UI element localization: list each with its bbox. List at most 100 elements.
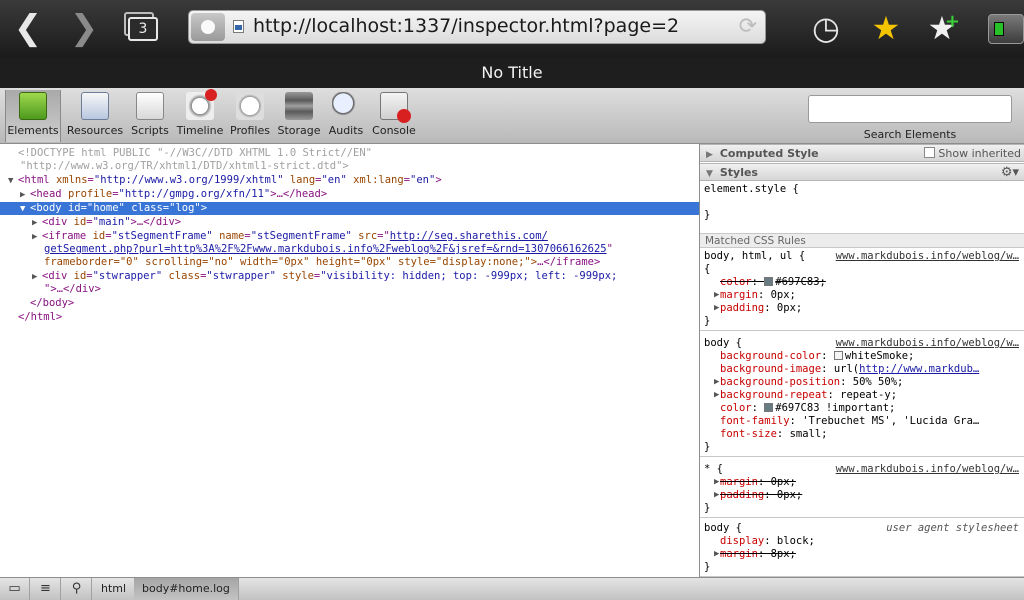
computed-style-header[interactable]: ▶ Computed Style Show inherited: [700, 144, 1024, 162]
css-property-value: 'Trebuchet MS', 'Lucida Gra…: [802, 415, 980, 427]
doctype-line[interactable]: <!DOCTYPE html PUBLIC "-//W3C//DTD XHTML…: [0, 147, 699, 160]
site-info-icon[interactable]: [191, 13, 225, 41]
iframe-src-link[interactable]: http://seg.sharethis.com/: [390, 230, 548, 242]
page-icon: [233, 20, 244, 33]
iframe-src-link-2[interactable]: getSegment.php?purl=http%3A%2F%2Fwww.mar…: [44, 243, 607, 255]
css-property[interactable]: color: #697C83;: [700, 276, 1024, 289]
css-property-name: padding: [720, 302, 765, 314]
dock-icon[interactable]: ▭: [0, 578, 30, 600]
css-property[interactable]: ▶ margin: 8px;: [700, 548, 1024, 561]
css-property-value: url(: [833, 363, 860, 375]
color-swatch[interactable]: [833, 351, 843, 360]
css-rule-source[interactable]: www.markdubois.info/weblog/w…: [836, 250, 1019, 263]
css-rule-selector: body, html, ul {www.markdubois.info/webl…: [704, 250, 1019, 263]
expand-triangle-icon[interactable]: ▶: [714, 389, 724, 402]
console-toggle-icon[interactable]: ≡: [31, 578, 61, 600]
css-property[interactable]: ▶ margin: 0px;: [700, 476, 1024, 489]
back-button[interactable]: ❮: [8, 10, 48, 48]
css-property[interactable]: ▶ padding: 0px;: [700, 302, 1024, 315]
checkbox-icon: [924, 147, 936, 158]
css-url-link[interactable]: http://www.markdub…: [859, 363, 979, 375]
css-property-value: 0px;: [776, 489, 803, 501]
css-property[interactable]: ▶ margin: 0px;: [700, 289, 1024, 302]
tab-profiles[interactable]: Profiles: [227, 90, 273, 142]
expand-triangle-icon[interactable]: ▶: [714, 289, 724, 302]
css-rule-source[interactable]: www.markdubois.info/weblog/w…: [836, 337, 1019, 350]
expand-triangle-icon[interactable]: ▶: [714, 476, 724, 489]
iframe-node[interactable]: ▶ <iframe id="stSegmentFrame" name="stSeg…: [0, 230, 699, 243]
dom-tree[interactable]: <!DOCTYPE html PUBLIC "-//W3C//DTD XHTML…: [0, 144, 699, 577]
expand-triangle-icon[interactable]: ▶: [714, 489, 724, 502]
css-property-name: display: [720, 535, 765, 547]
css-property[interactable]: ▶ background-repeat: repeat-y;: [700, 389, 1024, 402]
history-icon[interactable]: ◷: [806, 8, 846, 48]
css-property-name: font-size: [720, 428, 777, 440]
color-swatch[interactable]: [764, 403, 774, 412]
inspect-search-icon[interactable]: ⚲: [62, 578, 92, 600]
add-bookmark-icon[interactable]: ★ +: [922, 8, 962, 48]
css-property[interactable]: ▶ padding: 0px;: [700, 489, 1024, 502]
search-elements-label: Search Elements: [863, 128, 957, 141]
panel-toggle-icon[interactable]: [988, 14, 1024, 44]
tabs-button[interactable]: 3: [122, 12, 158, 42]
stwrapper-close-line[interactable]: ">…</div>: [0, 283, 699, 296]
css-property-value: repeat-y;: [840, 389, 898, 401]
search-elements-input[interactable]: [808, 95, 1012, 123]
tab-label: Profiles: [230, 124, 270, 137]
expand-triangle-icon[interactable]: ▶: [714, 302, 724, 315]
head-node[interactable]: ▶ <head profile="http://gmpg.org/xfn/11">…: [0, 188, 699, 201]
css-rule[interactable]: body {www.markdubois.info/weblog/w… backg…: [700, 336, 1024, 457]
body-close-tag[interactable]: </body>: [0, 297, 699, 310]
css-rule[interactable]: * {www.markdubois.info/weblog/w… ▶ margin:…: [700, 462, 1024, 518]
breadcrumb-html[interactable]: html: [93, 578, 136, 600]
css-property[interactable]: background-color: whiteSmoke;: [700, 350, 1024, 363]
tab-scripts[interactable]: Scripts: [128, 90, 172, 142]
expand-triangle-icon[interactable]: ▶: [714, 548, 724, 561]
css-rule-selector: * {www.markdubois.info/weblog/w…: [704, 463, 1019, 476]
reload-icon[interactable]: ⟳: [739, 14, 757, 39]
css-property[interactable]: font-family: 'Trebuchet MS', 'Lucida Gra…: [700, 415, 1024, 428]
expand-triangle-icon[interactable]: ▶: [32, 217, 42, 230]
iframe-src-line[interactable]: getSegment.php?purl=http%3A%2F%2Fwww.mar…: [0, 243, 699, 256]
css-rule[interactable]: body, html, ul {www.markdubois.info/webl…: [700, 249, 1024, 331]
collapse-triangle-icon[interactable]: ▼: [20, 203, 30, 216]
body-node-selected[interactable]: ▼ <body id="home" class="log">: [0, 202, 699, 215]
expand-triangle-icon[interactable]: ▶: [714, 376, 724, 389]
element-style-rule[interactable]: element.style { }: [700, 183, 1024, 222]
div-main-node[interactable]: ▶ <div id="main">…</div>: [0, 216, 699, 229]
tab-timeline[interactable]: Timeline: [176, 89, 224, 142]
color-swatch[interactable]: [764, 277, 774, 286]
doctype-line-2[interactable]: "http://www.w3.org/TR/xhtml1/DTD/xhtml1-…: [0, 160, 699, 173]
inspector-toolbar: Elements Resources Scripts Timeline Prof…: [0, 88, 1024, 144]
forward-button[interactable]: ❯: [64, 10, 104, 48]
css-property-value: whiteSmoke;: [844, 350, 915, 362]
iframe-attrs-line[interactable]: frameborder="0" scrolling="no" width="0p…: [0, 256, 699, 269]
address-bar[interactable]: http://localhost:1337/inspector.html?pag…: [188, 10, 766, 44]
html-close-tag[interactable]: </html>: [0, 311, 699, 324]
css-property-name: background-position: [720, 376, 841, 388]
tab-audits[interactable]: Audits: [325, 90, 367, 142]
css-property[interactable]: ▶ background-position: 50% 50%;: [700, 376, 1024, 389]
css-property-value: 0px;: [770, 476, 796, 488]
css-property[interactable]: display: block;: [700, 535, 1024, 548]
tab-label: Storage: [277, 124, 321, 137]
gear-icon[interactable]: ⚙▾: [1001, 164, 1019, 182]
show-inherited-checkbox[interactable]: Show inherited: [924, 145, 1021, 163]
tab-storage[interactable]: Storage: [276, 90, 322, 142]
styles-header[interactable]: ▼ Styles ⚙▾: [700, 163, 1024, 181]
tab-console[interactable]: Console: [370, 90, 418, 142]
css-rule[interactable]: body {user agent stylesheet display: bloc…: [700, 521, 1024, 577]
tab-resources[interactable]: Resources: [64, 90, 126, 142]
html-node[interactable]: ▼ <html xmlns="http://www.w3.org/1999/xht…: [0, 174, 699, 187]
collapse-triangle-icon[interactable]: ▼: [8, 175, 18, 188]
css-property[interactable]: color: #697C83 !important;: [700, 402, 1024, 415]
stwrapper-node[interactable]: ▶ <div id="stwrapper" class="stwrapper" s…: [0, 270, 699, 283]
css-property[interactable]: background-image: url(http://www.markdub…: [700, 363, 1024, 376]
css-property[interactable]: font-size: small;: [700, 428, 1024, 441]
bookmarks-star-icon[interactable]: ★: [866, 8, 906, 48]
breadcrumb-body[interactable]: body#home.log: [134, 578, 239, 600]
expand-triangle-icon[interactable]: ▶: [20, 189, 30, 202]
url-text[interactable]: http://localhost:1337/inspector.html?pag…: [253, 15, 679, 37]
tab-elements[interactable]: Elements: [5, 90, 61, 142]
css-rule-source[interactable]: www.markdubois.info/weblog/w…: [836, 463, 1019, 476]
